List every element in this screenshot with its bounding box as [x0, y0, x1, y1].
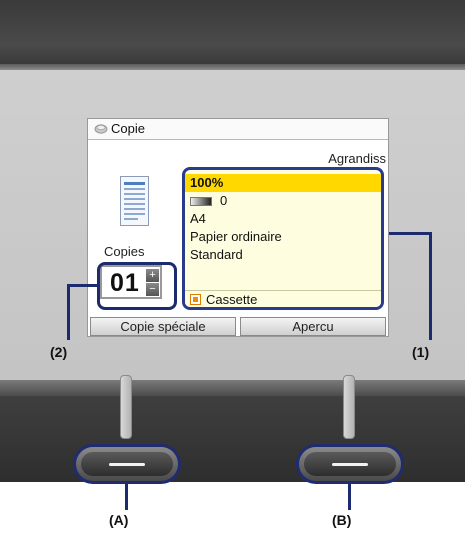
settings-item-media-type[interactable]: Papier ordinaire [185, 228, 381, 246]
function-button-left[interactable]: Copie spéciale [90, 317, 236, 336]
callout-1-leader-vertical [429, 232, 432, 340]
left-function-key-mark [109, 463, 145, 466]
right-function-key-mark [332, 463, 368, 466]
callout-a-leader [125, 484, 128, 510]
left-function-key[interactable] [73, 444, 181, 484]
cassette-icon [190, 294, 201, 305]
button-b-slot [343, 375, 355, 439]
density-icon [190, 197, 212, 207]
callout-1-leader [389, 232, 432, 235]
callout-2-frame [97, 262, 177, 310]
panel-top-band [0, 0, 465, 64]
settings-item-label: A4 [190, 211, 206, 226]
settings-panel: 100% 0 A4 Papier ordinaire Standard Cass… [182, 167, 384, 310]
settings-item-magnification[interactable]: 100% [185, 174, 381, 192]
zoom-mode-label: Agrandiss [328, 151, 386, 166]
settings-item-paper-source[interactable]: Cassette [185, 290, 381, 307]
paper-source-label: Cassette [206, 292, 258, 307]
settings-item-label: Papier ordinaire [190, 229, 282, 244]
callout-a-label: (A) [109, 512, 129, 528]
callout-b-leader [348, 484, 351, 510]
panel-divider [0, 380, 465, 396]
settings-item-print-quality[interactable]: Standard [185, 246, 381, 264]
copy-mode-icon [94, 124, 108, 134]
document-icon [120, 176, 149, 226]
callout-2-label: (2) [50, 344, 68, 360]
settings-item-density[interactable]: 0 [185, 192, 381, 210]
copies-label: Copies [104, 244, 145, 259]
settings-item-label: Standard [190, 247, 243, 262]
lcd-title: Copie [111, 121, 145, 136]
lcd-titlebar: Copie [88, 119, 388, 140]
callout-1-label: (1) [412, 344, 430, 360]
settings-item-label: 100% [190, 175, 224, 190]
callout-2-leader [67, 284, 98, 287]
right-function-key[interactable] [296, 444, 404, 484]
settings-item-page-size[interactable]: A4 [185, 210, 381, 228]
function-button-right[interactable]: Apercu [240, 317, 386, 336]
callout-2-leader-vertical [67, 284, 70, 340]
button-a-slot [120, 375, 132, 439]
callout-b-label: (B) [332, 512, 352, 528]
settings-item-label: 0 [220, 193, 228, 208]
